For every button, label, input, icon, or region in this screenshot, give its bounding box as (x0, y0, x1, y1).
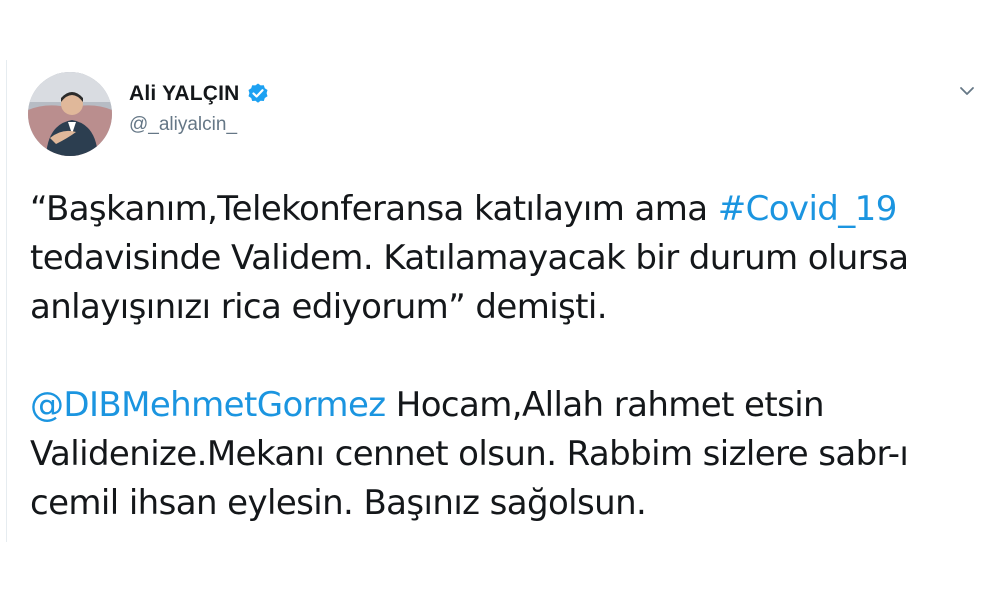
hashtag-link[interactable]: #Covid_19 (718, 189, 898, 229)
user-handle[interactable]: @_aliyalcin_ (129, 114, 270, 136)
tweet-line: Validenize.Mekanı cennet olsun. Rabbim s… (30, 434, 909, 474)
display-name[interactable]: Ali YALÇIN (129, 82, 240, 106)
name-row: Ali YALÇIN (129, 80, 270, 108)
tweet-line: @DIBMehmetGormez Hocam,Allah rahmet etsi… (30, 381, 970, 430)
tweet-text: “Başkanım,Telekonferansa katılayım ama #… (30, 185, 970, 528)
tweet-card: Ali YALÇIN @_aliyalcin_ “Başkanım,Teleko… (0, 0, 1000, 600)
avatar-image (28, 72, 112, 156)
tweet-text-segment: “Başkanım,Telekonferansa katılayım ama (30, 189, 718, 229)
tweet-paragraph: “Başkanım,Telekonferansa katılayım ama #… (30, 185, 970, 332)
verified-badge-icon (248, 83, 268, 103)
tweet-line: anlayışınızı rica ediyorum” demişti. (30, 287, 608, 327)
chevron-down-icon[interactable] (958, 82, 976, 100)
card-border (6, 60, 7, 542)
user-avatar[interactable] (28, 72, 112, 156)
mention-link[interactable]: @DIBMehmetGormez (30, 385, 386, 425)
tweet-header: Ali YALÇIN @_aliyalcin_ (129, 80, 270, 136)
tweet-line: “Başkanım,Telekonferansa katılayım ama #… (30, 185, 970, 234)
tweet-line: tedavisinde Validem. Katılamayacak bir d… (30, 238, 909, 278)
tweet-line: cemil ihsan eylesin. Başınız sağolsun. (30, 483, 647, 523)
tweet-paragraph: @DIBMehmetGormez Hocam,Allah rahmet etsi… (30, 381, 970, 528)
tweet-text-segment: Hocam,Allah rahmet etsin (385, 385, 825, 425)
